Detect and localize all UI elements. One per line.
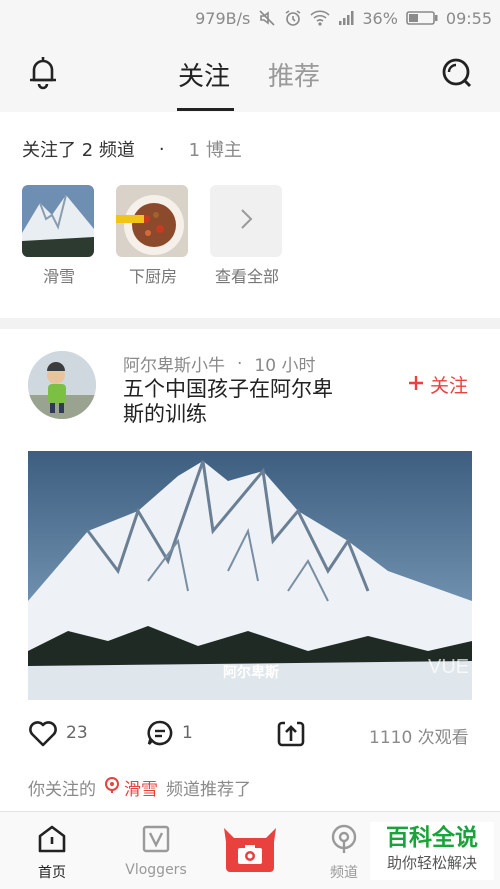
comment-icon <box>146 719 174 752</box>
separator-dot: · <box>237 353 243 374</box>
post-time: 10 小时 <box>254 356 316 376</box>
view-all-label: 查看全部 <box>214 267 279 286</box>
followed-channels-count[interactable]: 关注了 2 频道 <box>22 136 135 162</box>
plus-icon <box>408 374 424 396</box>
tab-recommend[interactable]: 推荐 <box>268 56 320 93</box>
recommend-source: 你关注的 滑雪 频道推荐了 <box>28 775 251 800</box>
video-thumbnail[interactable]: 阿尔卑斯 VUE <box>28 451 472 700</box>
search-icon[interactable] <box>440 56 474 90</box>
tab-channels[interactable]: 频道 <box>322 824 366 882</box>
comment-count: 1 <box>182 722 193 743</box>
view-all-channels-button[interactable]: 查看全部 <box>210 185 284 287</box>
battery-percent: 36% <box>362 8 398 28</box>
recommend-channel-link[interactable]: 滑雪 <box>104 775 158 800</box>
record-button[interactable] <box>220 824 280 878</box>
heart-icon <box>28 719 58 752</box>
recommend-channel-name: 滑雪 <box>124 780 158 800</box>
post-actions: 23 1 1110 次观看 <box>0 719 500 754</box>
view-all-box <box>210 185 282 257</box>
chevron-right-icon <box>238 207 254 235</box>
active-tab-indicator <box>177 108 234 111</box>
channel-item-skiing[interactable]: 滑雪 <box>22 185 96 287</box>
clock: 09:55 <box>445 8 492 28</box>
alarm-icon <box>284 9 302 27</box>
watermark-subtitle: 助你轻松解决 <box>386 854 477 872</box>
wifi-icon <box>310 9 330 27</box>
camera-icon <box>220 828 280 878</box>
tab-home[interactable]: 首页 <box>30 824 74 882</box>
post-meta: 阿尔卑斯小牛 · 10 小时 <box>123 351 316 377</box>
followed-channels-panel: 关注了 2 频道 · 1 博主 滑雪 下厨房 查看全部 <box>0 112 500 318</box>
tab-home-label: 首页 <box>38 865 66 881</box>
channel-item-cooking[interactable]: 下厨房 <box>116 185 190 287</box>
post-title[interactable]: 五个中国孩子在阿尔卑斯的训练 <box>123 377 343 427</box>
share-button[interactable] <box>276 719 306 754</box>
author-avatar[interactable] <box>28 351 96 419</box>
tab-follow[interactable]: 关注 <box>178 56 230 93</box>
channel-icon <box>329 824 359 858</box>
channel-label: 滑雪 <box>42 267 75 286</box>
feed-post-card: 阿尔卑斯小牛 · 10 小时 五个中国孩子在阿尔卑斯的训练 关注 阿尔卑斯 VU… <box>0 329 500 811</box>
status-bar: 979B/s 36% 09:55 <box>0 0 500 36</box>
signal-icon <box>338 10 354 26</box>
bell-icon[interactable] <box>26 54 60 90</box>
followed-bloggers-count[interactable]: 1 博主 <box>189 136 242 162</box>
recommend-prefix: 你关注的 <box>28 780 96 800</box>
tab-vloggers[interactable]: Vloggers <box>122 824 190 878</box>
skiing-thumbnail <box>22 185 94 257</box>
watermark-title: 百科全说 <box>386 825 478 851</box>
site-watermark: 百科全说 助你轻松解决 <box>370 822 494 880</box>
vloggers-icon <box>141 825 171 858</box>
home-icon <box>36 825 68 858</box>
follow-button[interactable]: 关注 <box>408 371 468 398</box>
recommend-suffix: 频道推荐了 <box>166 780 251 800</box>
follow-label: 关注 <box>430 375 469 397</box>
cooking-thumbnail <box>116 185 188 257</box>
video-caption: 阿尔卑斯 <box>223 664 279 680</box>
channel-label: 下厨房 <box>128 267 177 286</box>
channel-pin-icon <box>104 776 120 799</box>
view-count: 1110 次观看 <box>369 728 469 748</box>
like-button[interactable]: 23 <box>28 719 88 752</box>
video-watermark: VUE <box>428 656 469 678</box>
tab-channels-label: 频道 <box>330 865 358 881</box>
top-nav: 关注 推荐 <box>0 36 500 112</box>
separator-dot: · <box>158 138 165 160</box>
follow-summary: 关注了 2 频道 · 1 博主 <box>22 136 242 162</box>
author-name[interactable]: 阿尔卑斯小牛 <box>123 351 225 376</box>
share-icon <box>276 719 306 754</box>
comment-button[interactable]: 1 <box>146 719 193 752</box>
mute-icon <box>258 9 276 27</box>
like-count: 23 <box>66 722 88 743</box>
battery-icon <box>406 10 438 26</box>
tab-vloggers-label: Vloggers <box>125 862 187 878</box>
network-speed: 979B/s <box>195 8 251 28</box>
